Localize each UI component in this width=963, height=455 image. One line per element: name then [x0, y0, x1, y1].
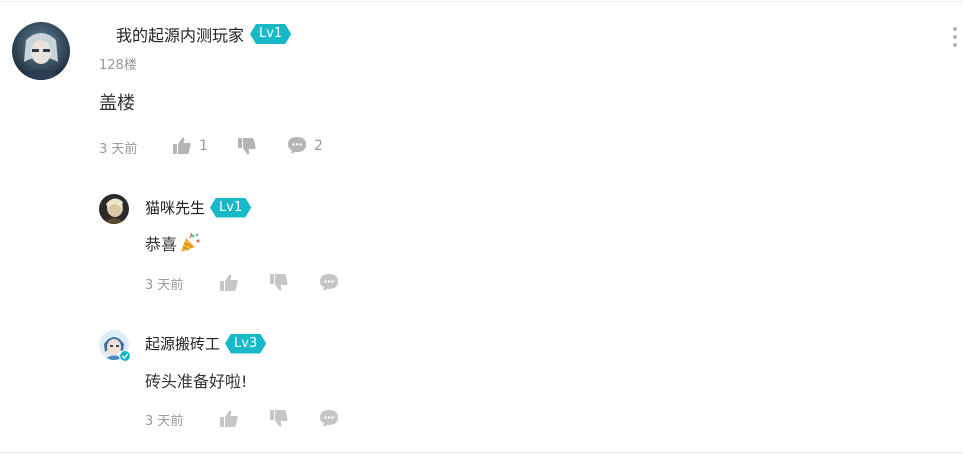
thumbs-down-icon	[270, 410, 288, 427]
level-badge: Lv1	[250, 24, 291, 44]
username[interactable]: 起源搬砖工	[145, 333, 220, 354]
reply-content: 恭喜	[145, 231, 201, 255]
dislike-button[interactable]	[238, 138, 256, 155]
dislike-button[interactable]	[270, 274, 288, 291]
verified-icon	[119, 350, 131, 362]
party-popper-icon	[181, 232, 200, 252]
floor-number: 128楼	[99, 58, 137, 73]
thumbs-down-icon	[270, 274, 288, 291]
reply-button[interactable]	[320, 410, 338, 427]
username[interactable]: 我的起源内测玩家	[116, 22, 244, 46]
comment-bubble-icon	[320, 410, 338, 427]
avatar[interactable]	[99, 194, 129, 224]
level-badge: Lv3	[225, 334, 266, 354]
avatar[interactable]	[12, 22, 70, 80]
comment-bubble-icon	[320, 274, 338, 291]
like-count: 1	[199, 137, 208, 154]
avatar[interactable]	[99, 330, 131, 362]
thumbs-up-icon	[220, 410, 238, 427]
reply-time: 3 天前	[145, 414, 184, 429]
reply-text: 砖头准备好啦!	[145, 372, 248, 391]
reply-time: 3 天前	[145, 278, 184, 293]
thumbs-up-icon	[220, 274, 238, 291]
like-button[interactable]: 1	[173, 137, 208, 154]
username[interactable]: 猫咪先生	[145, 197, 205, 218]
thumbs-up-icon	[173, 137, 191, 154]
more-options-icon[interactable]	[953, 27, 957, 47]
reply-text: 恭喜	[145, 235, 178, 254]
comment-content: 盖楼	[99, 93, 135, 114]
reply-content: 砖头准备好啦!	[145, 368, 247, 392]
comment-bubble-icon	[288, 137, 306, 154]
bottom-divider	[0, 452, 963, 453]
reply-button[interactable]	[320, 274, 338, 291]
reply-count: 2	[314, 137, 323, 154]
reply-button[interactable]: 2	[288, 137, 323, 154]
dislike-button[interactable]	[270, 410, 288, 427]
top-divider	[0, 1, 963, 2]
like-button[interactable]	[220, 274, 238, 291]
thumbs-down-icon	[238, 138, 256, 155]
level-badge: Lv1	[210, 198, 251, 218]
comment-time: 3 天前	[99, 142, 138, 157]
like-button[interactable]	[220, 410, 238, 427]
